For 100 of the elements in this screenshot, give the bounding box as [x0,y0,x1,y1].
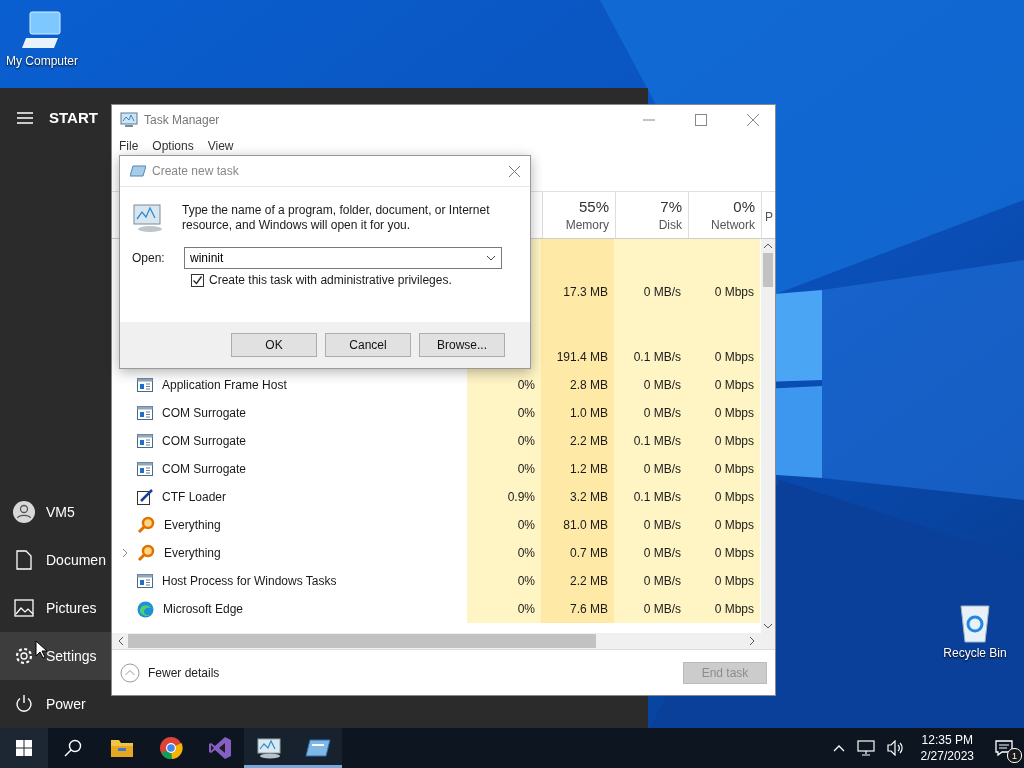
start-menu-item[interactable]: Documen [0,536,111,584]
process-name[interactable]: Application Frame Host [162,378,287,392]
start-menu-item[interactable]: Power [0,680,111,728]
open-field[interactable]: wininit [184,247,502,269]
start-menu-item[interactable]: Pictures [0,584,111,632]
browser-icon [137,600,154,618]
desktop-icon-label[interactable]: Recycle Bin [943,646,1007,660]
dialog-title: Create new task [152,164,239,178]
power-icon [13,694,35,714]
vertical-scrollbar[interactable] [761,239,775,633]
admin-checkbox[interactable] [191,273,204,287]
table-cell: 0 MB/s [614,399,687,427]
table-cell: 1.2 MB [541,455,614,483]
table-cell: 0 Mbps [687,343,760,371]
maximize-icon[interactable] [695,114,707,126]
document-icon [13,550,35,570]
magnifier-icon [137,544,155,562]
menu-icon[interactable] [17,111,33,124]
window-icon [137,574,153,588]
table-cell: 0 Mbps [687,455,760,483]
user-icon [13,501,35,523]
column-header[interactable]: 55% Memory [542,192,615,238]
table-cell: 0% [467,539,541,567]
dropdown-caret-icon[interactable] [486,255,496,261]
column-header[interactable]: P [761,192,775,238]
dialog-button[interactable]: Browse... [419,333,505,357]
notification-icon[interactable] [995,740,1013,756]
table-cell: 1.0 MB [541,399,614,427]
table-cell: 2.2 MB [541,567,614,595]
table-cell: 0.7 MB [541,539,614,567]
menu-item[interactable]: Options [152,139,194,153]
dialog-message: Type the name of a program, folder, document, or Internet resource, and Windows will open it for you. [182,203,491,233]
folder-icon [109,738,134,758]
process-name[interactable]: COM Surrogate [162,406,247,420]
process-name[interactable]: Everything [164,546,221,560]
table-cell: 0% [467,427,541,455]
caret-up-icon[interactable] [832,744,845,752]
table-cell: 7.6 MB [541,595,614,623]
table-cell: 0 MB/s [614,539,687,567]
menu-item[interactable]: View [207,139,234,153]
table-cell: 0 Mbps [687,278,760,306]
table-cell: 0.1 MB/s [614,483,687,511]
process-name[interactable]: COM Surrogate [162,462,247,476]
scroll-thumb[interactable] [128,634,596,648]
volume-icon[interactable] [886,740,905,756]
start-menu-item[interactable]: Settings [0,632,111,680]
desktop-icon-label[interactable]: My Computer [6,54,78,68]
table-cell: 0% [467,371,541,399]
column-header[interactable]: 7% Disk [615,192,688,238]
table-cell: 0.1 MB/s [614,343,687,371]
window-icon [130,165,146,177]
network-icon[interactable] [856,740,875,756]
fewer-details-link[interactable]: Fewer details [148,665,220,680]
process-name[interactable]: COM Surrogate [162,434,247,448]
dialog-button[interactable]: Cancel [325,333,411,357]
browser-icon [158,736,183,760]
taskbar-app[interactable] [293,728,342,768]
table-cell: 0 MB/s [614,371,687,399]
monitor-icon [255,737,282,759]
magnifier-icon [137,516,155,534]
mouse-cursor-icon [35,640,47,659]
table-cell: 0% [467,511,541,539]
monitor-icon [120,112,138,128]
table-cell: 0 MB/s [614,455,687,483]
column-header[interactable]: 0% Network [688,192,761,238]
process-name[interactable]: Microsoft Edge [163,602,244,616]
start-menu-item[interactable]: VM5 [0,488,111,536]
table-cell: 0 Mbps [687,511,760,539]
start-button[interactable] [0,728,48,768]
window-title: Task Manager [144,113,220,127]
taskbar-app[interactable] [244,728,293,768]
dialog-button[interactable]: OK [231,333,317,357]
scroll-left-icon[interactable] [118,636,124,646]
settings-icon [13,646,35,666]
process-name[interactable]: CTF Loader [162,490,227,504]
menu-item[interactable]: File [119,139,139,153]
table-cell: 0 Mbps [687,539,760,567]
process-name[interactable]: Everything [164,518,221,532]
scroll-thumb[interactable] [763,253,773,287]
close-icon[interactable] [747,114,759,126]
expand-chevron-icon[interactable] [122,548,128,558]
scroll-right-icon[interactable] [749,636,755,646]
close-icon[interactable] [509,165,520,177]
search-icon[interactable] [63,739,82,757]
table-cell: 0% [467,455,541,483]
table-cell: 0.1 MB/s [614,427,687,455]
horizontal-scrollbar[interactable] [112,633,775,649]
table-cell: 17.3 MB [541,278,614,306]
table-cell: 0 MB/s [614,511,687,539]
window-icon [304,738,331,758]
process-name[interactable]: Host Process for Windows Tasks [162,574,337,588]
checkbox-label[interactable]: Create this task with administrative privileges. [209,273,452,287]
windows-logo-icon [16,740,32,756]
scroll-up-icon[interactable] [763,243,773,249]
scroll-down-icon[interactable] [763,623,773,629]
start-title: START [49,109,98,126]
table-cell: 0 Mbps [687,483,760,511]
clock[interactable]: 12:35 PM 2/27/2023 [910,732,984,764]
infinity-icon [207,736,232,760]
table-cell: 0 MB/s [614,595,687,623]
